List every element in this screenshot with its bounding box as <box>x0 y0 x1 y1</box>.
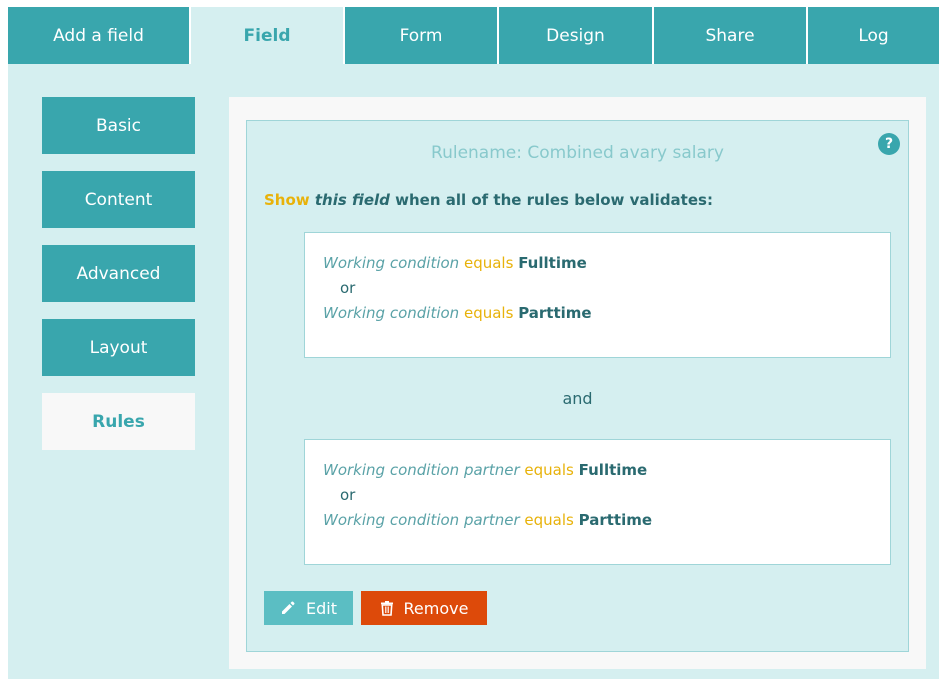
condition: Working condition equals Parttime <box>323 303 890 323</box>
condition: Working condition partner equals Fulltim… <box>323 460 890 480</box>
tab-design[interactable]: Design <box>499 7 654 64</box>
rule-editor: Add a field Field Form Design Share Log … <box>8 7 939 679</box>
intro-target: this field <box>314 191 390 209</box>
or-joiner: or <box>340 279 356 297</box>
condition-operator: equals <box>524 511 574 529</box>
rule-intro: Show this field when all of the rules be… <box>264 191 713 209</box>
sidebar-item-basic[interactable]: Basic <box>42 97 195 154</box>
sidebar-item-rules[interactable]: Rules <box>42 393 195 450</box>
condition: Working condition partner equals Parttim… <box>323 510 890 530</box>
condition: Working condition equals Fulltime <box>323 253 890 273</box>
condition-value: Fulltime <box>578 461 648 479</box>
edit-button[interactable]: Edit <box>264 591 353 625</box>
rule-title: Rulename: Combined avary salary <box>431 143 724 163</box>
sidebar-item-advanced[interactable]: Advanced <box>42 245 195 302</box>
trash-icon <box>380 600 394 616</box>
condition-value: Parttime <box>578 511 653 529</box>
pencil-icon <box>280 600 296 616</box>
condition-value: Parttime <box>518 304 592 322</box>
intro-action: Show <box>264 191 310 209</box>
tab-field[interactable]: Field <box>191 7 345 64</box>
condition-field: Working condition <box>323 254 460 272</box>
or-joiner: or <box>340 486 356 504</box>
top-tabs: Add a field Field Form Design Share Log <box>8 7 939 64</box>
condition-operator: equals <box>463 254 514 272</box>
tab-log[interactable]: Log <box>808 7 939 64</box>
tab-add-a-field[interactable]: Add a field <box>8 7 191 64</box>
condition-group: Working condition equals Fulltime or Wor… <box>304 232 891 358</box>
remove-button[interactable]: Remove <box>361 591 487 625</box>
edit-label: Edit <box>306 598 337 618</box>
condition-field: Working condition <box>323 304 460 322</box>
sidebar-item-layout[interactable]: Layout <box>42 319 195 376</box>
condition-field: Working condition partner <box>323 461 520 479</box>
tab-form[interactable]: Form <box>345 7 499 64</box>
condition-value: Fulltime <box>518 254 587 272</box>
sidebar-item-content[interactable]: Content <box>42 171 195 228</box>
condition-field: Working condition partner <box>323 511 520 529</box>
condition-operator: equals <box>463 304 514 322</box>
and-joiner: and <box>562 389 593 408</box>
condition-group: Working condition partner equals Fulltim… <box>304 439 891 565</box>
tab-share[interactable]: Share <box>654 7 808 64</box>
remove-label: Remove <box>403 598 469 618</box>
intro-text: when all of the rules below validates: <box>395 191 713 209</box>
rule-card: ? Rulename: Combined avary salary Show t… <box>246 120 909 652</box>
main-panel: ? Rulename: Combined avary salary Show t… <box>229 97 926 669</box>
condition-operator: equals <box>524 461 574 479</box>
sidebar: Basic Content Advanced Layout Rules <box>42 97 195 467</box>
